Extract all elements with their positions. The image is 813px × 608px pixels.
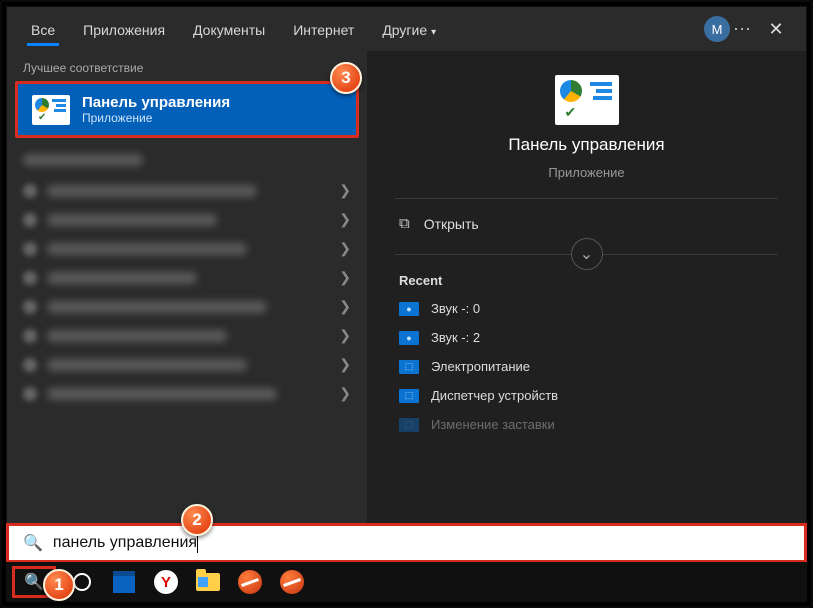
recent-item[interactable]: ● Звук -: 2 — [395, 323, 778, 352]
annotation-marker-1: 1 — [43, 569, 75, 601]
power-icon: ⬚ — [399, 360, 419, 374]
preview-pane: ✔ Панель управления Приложение ⧉ Открыть… — [367, 51, 806, 541]
annotation-marker-2: 2 — [181, 504, 213, 536]
close-button[interactable]: ✕ — [756, 9, 796, 49]
tab-web[interactable]: Интернет — [279, 12, 368, 46]
taskbar-yandex[interactable]: Y — [150, 566, 182, 598]
chevron-down-icon: ⌄ — [580, 244, 593, 264]
recent-item-label: Изменение заставки — [431, 417, 555, 432]
blurred-result[interactable]: ❯ — [23, 205, 351, 234]
chevron-right-icon: ❯ — [339, 356, 351, 373]
blurred-result[interactable]: ❯ — [23, 292, 351, 321]
blurred-result[interactable]: ❯ — [23, 350, 351, 379]
tab-apps[interactable]: Приложения — [69, 12, 179, 46]
annotation-marker-3: 3 — [330, 62, 362, 94]
preview-header: ✔ Панель управления Приложение — [395, 75, 778, 198]
expand-button[interactable]: ⌄ — [571, 238, 603, 270]
chevron-right-icon: ❯ — [339, 298, 351, 315]
recent-item-label: Электропитание — [431, 359, 530, 374]
recent-item[interactable]: ⬚ Электропитание — [395, 352, 778, 381]
best-match-result[interactable]: ✔ Панель управления Приложение 3 — [15, 81, 359, 138]
chevron-right-icon: ❯ — [339, 385, 351, 402]
app-icon — [238, 570, 262, 594]
chevron-down-icon: ▾ — [431, 27, 436, 38]
control-panel-icon: ✔ — [32, 95, 70, 125]
taskbar-app-2[interactable] — [276, 566, 308, 598]
chevron-right-icon: ❯ — [339, 269, 351, 286]
search-icon: 🔍 — [24, 572, 44, 592]
best-match-label: Лучшее соответствие — [7, 51, 367, 81]
cortana-icon — [73, 573, 91, 591]
tab-all[interactable]: Все — [17, 12, 69, 46]
preview-subtitle: Приложение — [548, 165, 624, 180]
taskbar-explorer[interactable] — [192, 566, 224, 598]
chevron-right-icon: ❯ — [339, 327, 351, 344]
recent-label: Recent — [395, 267, 778, 294]
recent-item[interactable]: ⬚ Диспетчер устройств — [395, 381, 778, 410]
search-icon: 🔍 — [23, 533, 43, 553]
app-icon — [280, 570, 304, 594]
blurred-result[interactable]: ❯ — [23, 234, 351, 263]
other-results: ❯ ❯ ❯ ❯ ❯ ❯ ❯ ❯ — [7, 138, 367, 416]
chevron-right-icon: ❯ — [339, 240, 351, 257]
results-column: Лучшее соответствие ✔ Панель управления … — [7, 51, 367, 541]
tab-more-label: Другие — [382, 22, 427, 38]
taskbar-calendar[interactable] — [108, 566, 140, 598]
search-bar[interactable]: 🔍 панель управления 2 — [6, 523, 807, 563]
open-label: Открыть — [424, 216, 479, 232]
best-match-text: Панель управления Приложение — [82, 94, 230, 125]
taskbar-app-1[interactable] — [234, 566, 266, 598]
recent-item-label: Звук -: 0 — [431, 301, 480, 316]
blurred-result[interactable]: ❯ — [23, 321, 351, 350]
chevron-right-icon: ❯ — [339, 182, 351, 199]
folder-icon — [196, 573, 220, 591]
control-panel-icon: ✔ — [555, 75, 619, 125]
recent-item[interactable]: ⬚ Изменение заставки — [395, 410, 778, 439]
calendar-icon — [113, 571, 135, 593]
open-icon: ⧉ — [399, 215, 410, 232]
user-avatar[interactable]: M — [704, 16, 730, 42]
more-options-button[interactable]: ⋯ — [730, 19, 756, 40]
blurred-result[interactable]: ❯ — [23, 176, 351, 205]
blurred-result[interactable]: ❯ — [23, 263, 351, 292]
search-content: Лучшее соответствие ✔ Панель управления … — [7, 51, 806, 541]
search-panel: Все Приложения Документы Интернет Другие… — [6, 6, 807, 542]
tab-more[interactable]: Другие ▾ — [368, 12, 450, 46]
recent-item-label: Диспетчер устройств — [431, 388, 558, 403]
screensaver-icon: ⬚ — [399, 418, 419, 432]
yandex-icon: Y — [154, 570, 178, 594]
search-tabs: Все Приложения Документы Интернет Другие… — [7, 7, 806, 51]
recent-item-label: Звук -: 2 — [431, 330, 480, 345]
device-manager-icon: ⬚ — [399, 389, 419, 403]
taskbar: 🔍 1 Y — [6, 562, 807, 602]
sound-icon: ● — [399, 302, 419, 316]
chevron-right-icon: ❯ — [339, 211, 351, 228]
sound-icon: ● — [399, 331, 419, 345]
recent-item[interactable]: ● Звук -: 0 — [395, 294, 778, 323]
preview-title: Панель управления — [508, 135, 664, 155]
taskbar-search-button[interactable]: 🔍 1 — [12, 566, 56, 598]
best-match-title: Панель управления — [82, 94, 230, 111]
best-match-subtitle: Приложение — [82, 111, 230, 125]
tab-documents[interactable]: Документы — [179, 12, 279, 46]
blurred-result[interactable]: ❯ — [23, 379, 351, 408]
